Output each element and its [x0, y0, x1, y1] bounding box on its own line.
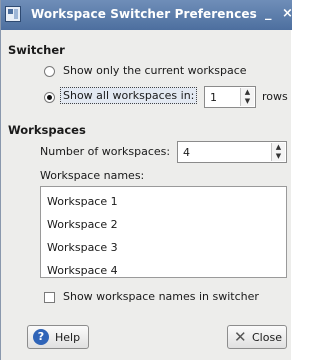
list-item[interactable]: Workspace 4 [47, 264, 118, 277]
rows-spin-arrows[interactable]: ▲ ▼ [240, 88, 254, 106]
show-names-label[interactable]: Show workspace names in switcher [63, 290, 259, 303]
radio-show-all[interactable] [44, 92, 55, 103]
window-close-button[interactable]: × [282, 6, 293, 21]
list-item[interactable]: Workspace 1 [47, 195, 118, 208]
workspace-names-list[interactable]: Workspace 1 Workspace 2 Workspace 3 Work… [40, 186, 287, 278]
help-icon: ? [33, 329, 49, 345]
workspace-names-label: Workspace names: [40, 169, 145, 182]
title-bar[interactable]: Workspace Switcher Preferences _ × [1, 0, 293, 30]
rows-unit-label: rows [262, 90, 288, 103]
number-spin-arrows[interactable]: ▲ ▼ [271, 143, 285, 161]
list-item[interactable]: Workspace 2 [47, 218, 118, 231]
minimize-button[interactable]: _ [265, 6, 272, 21]
close-x-icon: ✕ [234, 328, 247, 346]
switcher-heading: Switcher [8, 43, 65, 57]
radio-show-all-label[interactable]: Show all workspaces in: [60, 87, 198, 104]
close-button[interactable]: ✕ Close [227, 325, 287, 349]
number-of-workspaces-label: Number of workspaces: [40, 145, 171, 158]
radio-show-current[interactable] [44, 66, 55, 77]
number-of-workspaces-value: 4 [183, 146, 190, 159]
help-button-label: Help [55, 331, 81, 344]
close-button-label: Close [252, 331, 282, 344]
radio-show-current-label[interactable]: Show only the current workspace [63, 64, 247, 77]
window-title: Workspace Switcher Preferences [31, 7, 257, 21]
help-button[interactable]: ? Help [27, 325, 89, 349]
number-of-workspaces-spinbutton[interactable]: 4 ▲ ▼ [177, 141, 287, 163]
workspaces-heading: Workspaces [8, 123, 86, 137]
rows-spinbutton[interactable]: 1 ▲ ▼ [204, 86, 256, 108]
list-item[interactable]: Workspace 3 [47, 241, 118, 254]
workspace-switcher-icon [5, 6, 21, 22]
show-names-checkbox[interactable] [44, 292, 55, 303]
preferences-window: Workspace Switcher Preferences _ × Switc… [0, 0, 293, 360]
rows-value: 1 [210, 91, 217, 104]
